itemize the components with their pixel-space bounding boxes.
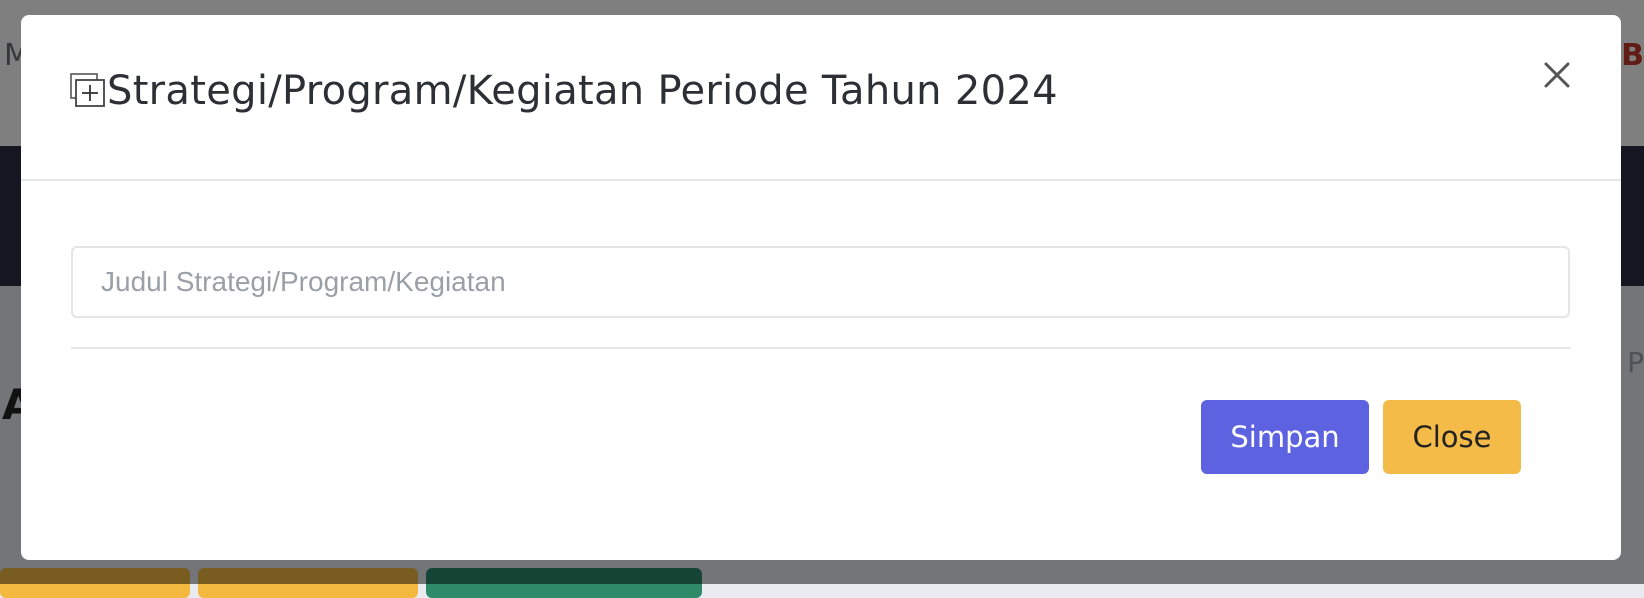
modal-body: Simpan Close [21,181,1621,560]
modal-dialog: Strategi/Program/Kegiatan Periode Tahun … [21,15,1621,560]
modal-title: Strategi/Program/Kegiatan Periode Tahun … [107,68,1058,114]
close-icon[interactable] [1535,53,1579,97]
judul-input[interactable] [71,246,1570,318]
save-button[interactable]: Simpan [1201,400,1369,474]
divider [71,347,1571,349]
close-button[interactable]: Close [1383,400,1521,474]
add-square-icon [70,73,106,107]
modal-header: Strategi/Program/Kegiatan Periode Tahun … [21,15,1621,181]
